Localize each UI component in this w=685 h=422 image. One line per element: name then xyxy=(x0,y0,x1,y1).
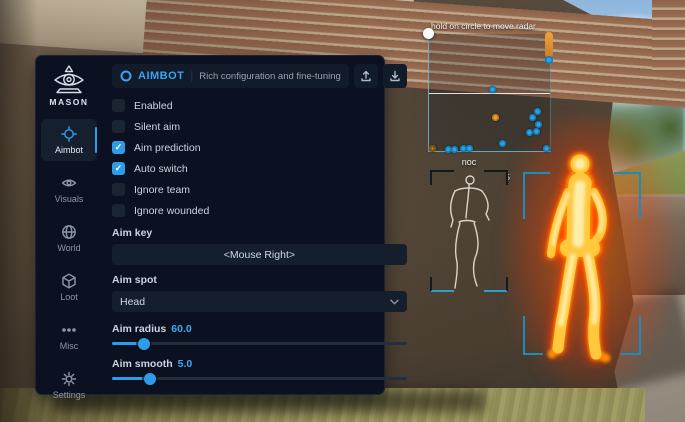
esp-corner-bottom-left xyxy=(523,316,543,355)
checkbox-box[interactable]: ✓ xyxy=(112,99,125,112)
aim-spot-value: Head xyxy=(120,296,145,308)
checkbox-aim-prediction[interactable]: ✓ Aim prediction xyxy=(112,137,407,158)
checkbox-silent-aim[interactable]: ✓ Silent aim xyxy=(112,116,407,137)
brand-logo: MASON xyxy=(49,64,88,107)
checkbox-auto-switch[interactable]: ✓ Auto switch xyxy=(112,158,407,179)
radar-hint-text: hold on circle to move radar xyxy=(431,21,536,31)
crosshair-icon xyxy=(61,126,77,142)
sidebar-item-label: Settings xyxy=(53,390,86,400)
esp-corner-top-right xyxy=(614,172,641,219)
radar-dot-blue xyxy=(543,145,550,152)
slider-value: 5.0 xyxy=(178,358,193,370)
checkbox-ignore-team[interactable]: ✓ Ignore team xyxy=(112,179,407,200)
brick-pillar xyxy=(652,0,685,72)
section-title-bar: AIMBOT | Rich configuration and fine-tun… xyxy=(112,64,349,88)
sidebar-item-label: Visuals xyxy=(55,194,84,204)
mason-eye-icon xyxy=(51,64,87,94)
radar-dot-blue xyxy=(534,108,541,115)
gear-icon xyxy=(61,371,77,387)
radar-dot-blue xyxy=(489,86,496,93)
check-icon: ✓ xyxy=(115,164,123,173)
sidebar-item-loot[interactable]: Loot xyxy=(41,266,97,308)
game-screen: noc 5 hold on circle to move radar xyxy=(0,0,685,422)
eye-icon xyxy=(61,175,77,191)
radar-drag-handle[interactable] xyxy=(423,28,434,39)
sidebar: MASON Aimbot Visuals World xyxy=(36,56,102,394)
ellipsis-icon xyxy=(61,322,77,338)
brand-name: MASON xyxy=(49,97,88,107)
radar-horizon-line xyxy=(429,93,550,94)
radar-dot-blue xyxy=(529,114,536,121)
slider-label: Aim radius xyxy=(112,323,166,335)
sidebar-item-settings[interactable]: Settings xyxy=(41,364,97,406)
aim-key-label: Aim key xyxy=(112,227,407,239)
radar-dot-orangex xyxy=(429,145,436,152)
radar-dot-blue xyxy=(466,145,473,152)
aim-smooth-slider[interactable] xyxy=(112,377,407,380)
aim-spot-label: Aim spot xyxy=(112,274,407,286)
slider-value: 60.0 xyxy=(171,323,191,335)
export-config-button[interactable] xyxy=(354,64,378,88)
radar-dot-orange xyxy=(492,114,499,121)
checkbox-label: Aim prediction xyxy=(134,142,201,154)
upload-icon xyxy=(360,70,372,82)
skeleton-esp xyxy=(432,172,506,290)
loot-box-icon xyxy=(61,273,77,289)
section-title: AIMBOT xyxy=(138,70,184,82)
sidebar-item-label: World xyxy=(57,243,80,253)
section-subtitle: Rich configuration and fine-tuning xyxy=(199,71,341,82)
checkbox-label: Enabled xyxy=(134,100,173,112)
aim-smooth-header: Aim smooth 5.0 xyxy=(112,358,407,370)
cheat-menu-panel: MASON Aimbot Visuals World xyxy=(35,55,385,395)
radar-dot-blue xyxy=(451,146,458,153)
sidebar-item-aimbot[interactable]: Aimbot xyxy=(41,119,97,161)
checkbox-box[interactable]: ✓ xyxy=(112,120,125,133)
skeleton-esp-box: noc 5 xyxy=(430,170,508,292)
import-config-button[interactable] xyxy=(383,64,407,88)
radar-marker-dot xyxy=(545,56,553,64)
checkbox-box[interactable]: ✓ xyxy=(112,141,125,154)
download-icon xyxy=(389,70,401,82)
ring-icon xyxy=(120,70,132,82)
radar-widget[interactable]: hold on circle to move radar xyxy=(428,34,551,152)
title-separator: | xyxy=(190,70,193,82)
section-header: AIMBOT | Rich configuration and fine-tun… xyxy=(112,64,407,88)
aim-spot-select[interactable]: Head xyxy=(112,291,407,312)
panel-content: AIMBOT | Rich configuration and fine-tun… xyxy=(102,56,418,394)
left-shadow xyxy=(0,0,38,422)
checkbox-label: Ignore wounded xyxy=(134,205,209,217)
check-icon: ✓ xyxy=(115,143,123,152)
checkbox-box[interactable]: ✓ xyxy=(112,162,125,175)
checkbox-label: Ignore team xyxy=(134,184,190,196)
esp-player-name: noc xyxy=(430,157,508,167)
aim-radius-header: Aim radius 60.0 xyxy=(112,323,407,335)
checkbox-enabled[interactable]: ✓ Enabled xyxy=(112,95,407,116)
chevron-down-icon xyxy=(390,299,399,305)
sidebar-item-misc[interactable]: Misc xyxy=(41,315,97,357)
sidebar-item-label: Aimbot xyxy=(55,145,83,155)
checkbox-box[interactable]: ✓ xyxy=(112,204,125,217)
checkbox-box[interactable]: ✓ xyxy=(112,183,125,196)
radar-dot-blue xyxy=(533,128,540,135)
checkbox-label: Auto switch xyxy=(134,163,188,175)
radar-dot-blue xyxy=(535,121,542,128)
sidebar-item-world[interactable]: World xyxy=(41,217,97,259)
radar-dot-blue xyxy=(526,129,533,136)
player-esp-box xyxy=(523,172,641,355)
radar-marker-capsule xyxy=(545,32,553,58)
aim-radius-slider[interactable] xyxy=(112,342,407,345)
sidebar-item-visuals[interactable]: Visuals xyxy=(41,168,97,210)
checkbox-label: Silent aim xyxy=(134,121,180,133)
sidebar-item-label: Misc xyxy=(60,341,79,351)
aim-key-button[interactable]: <Mouse Right> xyxy=(112,244,407,265)
slider-label: Aim smooth xyxy=(112,358,173,370)
slider-thumb[interactable] xyxy=(144,373,156,385)
esp-corner-top-left xyxy=(523,172,550,219)
radar-dot-blue xyxy=(499,140,506,147)
esp-corner-bottom-right xyxy=(621,316,641,355)
globe-icon xyxy=(61,224,77,240)
checkbox-ignore-wounded[interactable]: ✓ Ignore wounded xyxy=(112,200,407,221)
sidebar-item-label: Loot xyxy=(60,292,78,302)
slider-thumb[interactable] xyxy=(138,338,150,350)
